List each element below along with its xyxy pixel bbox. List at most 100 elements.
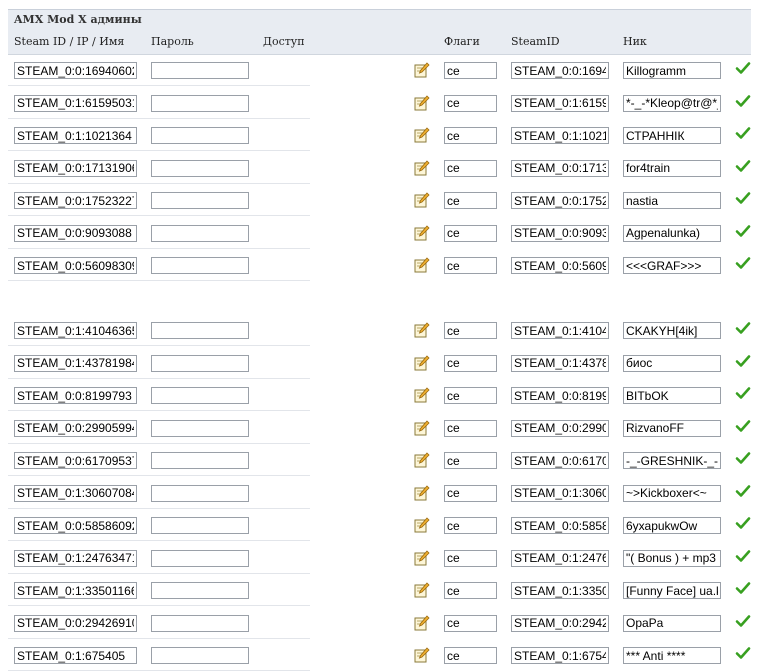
steam-id-input[interactable] <box>14 94 137 112</box>
nick-input[interactable] <box>623 647 721 664</box>
checkmark-icon[interactable] <box>735 418 751 434</box>
password-input[interactable] <box>151 224 249 242</box>
flags-input[interactable] <box>444 322 497 339</box>
steamid-input[interactable] <box>511 159 609 177</box>
nick-input[interactable] <box>623 419 721 437</box>
edit-pencil-icon[interactable] <box>414 257 430 273</box>
checkmark-icon[interactable] <box>735 223 751 239</box>
checkmark-icon[interactable] <box>735 125 751 141</box>
steamid-input[interactable] <box>511 224 609 242</box>
checkmark-icon[interactable] <box>735 515 751 531</box>
steam-id-input[interactable] <box>14 322 137 339</box>
steamid-input[interactable] <box>511 62 609 79</box>
checkmark-icon[interactable] <box>735 548 751 564</box>
edit-pencil-icon[interactable] <box>414 517 430 533</box>
steam-id-input[interactable] <box>14 159 137 177</box>
nick-input[interactable] <box>623 354 721 372</box>
steam-id-input[interactable] <box>14 419 137 437</box>
checkmark-icon[interactable] <box>735 613 751 629</box>
flags-input[interactable] <box>444 517 497 534</box>
steam-id-input[interactable] <box>14 257 137 274</box>
edit-pencil-icon[interactable] <box>414 322 430 338</box>
flags-input[interactable] <box>444 62 497 79</box>
edit-pencil-icon[interactable] <box>414 127 430 143</box>
steamid-input[interactable] <box>511 192 609 209</box>
steam-id-input[interactable] <box>14 484 137 502</box>
flags-input[interactable] <box>444 614 497 632</box>
edit-pencil-icon[interactable] <box>414 94 430 111</box>
edit-pencil-icon[interactable] <box>414 419 430 436</box>
password-input[interactable] <box>151 192 249 209</box>
flags-input[interactable] <box>444 647 497 664</box>
checkmark-icon[interactable] <box>735 190 751 206</box>
flags-input[interactable] <box>444 484 497 502</box>
password-input[interactable] <box>151 517 249 534</box>
password-input[interactable] <box>151 549 249 567</box>
steam-id-input[interactable] <box>14 224 137 242</box>
nick-input[interactable] <box>623 159 721 177</box>
password-input[interactable] <box>151 582 249 599</box>
edit-pencil-icon[interactable] <box>414 62 430 78</box>
edit-pencil-icon[interactable] <box>414 192 430 208</box>
checkmark-icon[interactable] <box>735 580 751 596</box>
flags-input[interactable] <box>444 192 497 209</box>
checkmark-icon[interactable] <box>735 483 751 499</box>
steamid-input[interactable] <box>511 452 609 469</box>
checkmark-icon[interactable] <box>735 255 751 271</box>
nick-input[interactable] <box>623 62 721 79</box>
flags-input[interactable] <box>444 159 497 177</box>
checkmark-icon[interactable] <box>735 353 751 369</box>
steamid-input[interactable] <box>511 94 609 112</box>
steam-id-input[interactable] <box>14 192 137 209</box>
password-input[interactable] <box>151 159 249 177</box>
nick-input[interactable] <box>623 549 721 567</box>
password-input[interactable] <box>151 62 249 79</box>
steamid-input[interactable] <box>511 484 609 502</box>
flags-input[interactable] <box>444 549 497 567</box>
nick-input[interactable] <box>623 257 721 274</box>
steamid-input[interactable] <box>511 257 609 274</box>
steamid-input[interactable] <box>511 614 609 632</box>
steamid-input[interactable] <box>511 387 609 404</box>
nick-input[interactable] <box>623 452 721 469</box>
steamid-input[interactable] <box>511 517 609 534</box>
nick-input[interactable] <box>623 94 721 112</box>
password-input[interactable] <box>151 452 249 469</box>
nick-input[interactable] <box>623 127 721 144</box>
flags-input[interactable] <box>444 354 497 372</box>
password-input[interactable] <box>151 127 249 144</box>
flags-input[interactable] <box>444 452 497 469</box>
checkmark-icon[interactable] <box>735 93 751 109</box>
password-input[interactable] <box>151 354 249 372</box>
password-input[interactable] <box>151 94 249 112</box>
nick-input[interactable] <box>623 224 721 242</box>
edit-pencil-icon[interactable] <box>414 484 430 501</box>
checkmark-icon[interactable] <box>735 158 751 174</box>
edit-pencil-icon[interactable] <box>414 614 430 631</box>
password-input[interactable] <box>151 257 249 274</box>
flags-input[interactable] <box>444 127 497 144</box>
edit-pencil-icon[interactable] <box>414 387 430 403</box>
password-input[interactable] <box>151 387 249 404</box>
password-input[interactable] <box>151 322 249 339</box>
flags-input[interactable] <box>444 94 497 112</box>
checkmark-icon[interactable] <box>735 385 751 401</box>
steam-id-input[interactable] <box>14 517 137 534</box>
edit-pencil-icon[interactable] <box>414 647 430 663</box>
flags-input[interactable] <box>444 419 497 437</box>
steamid-input[interactable] <box>511 419 609 437</box>
nick-input[interactable] <box>623 484 721 502</box>
steamid-input[interactable] <box>511 354 609 372</box>
steam-id-input[interactable] <box>14 387 137 404</box>
edit-pencil-icon[interactable] <box>414 159 430 176</box>
edit-pencil-icon[interactable] <box>414 452 430 468</box>
nick-input[interactable] <box>623 614 721 632</box>
steam-id-input[interactable] <box>14 62 137 79</box>
checkmark-icon[interactable] <box>735 645 751 661</box>
password-input[interactable] <box>151 419 249 437</box>
steam-id-input[interactable] <box>14 647 137 664</box>
flags-input[interactable] <box>444 224 497 242</box>
nick-input[interactable] <box>623 582 721 599</box>
steamid-input[interactable] <box>511 647 609 664</box>
password-input[interactable] <box>151 647 249 664</box>
